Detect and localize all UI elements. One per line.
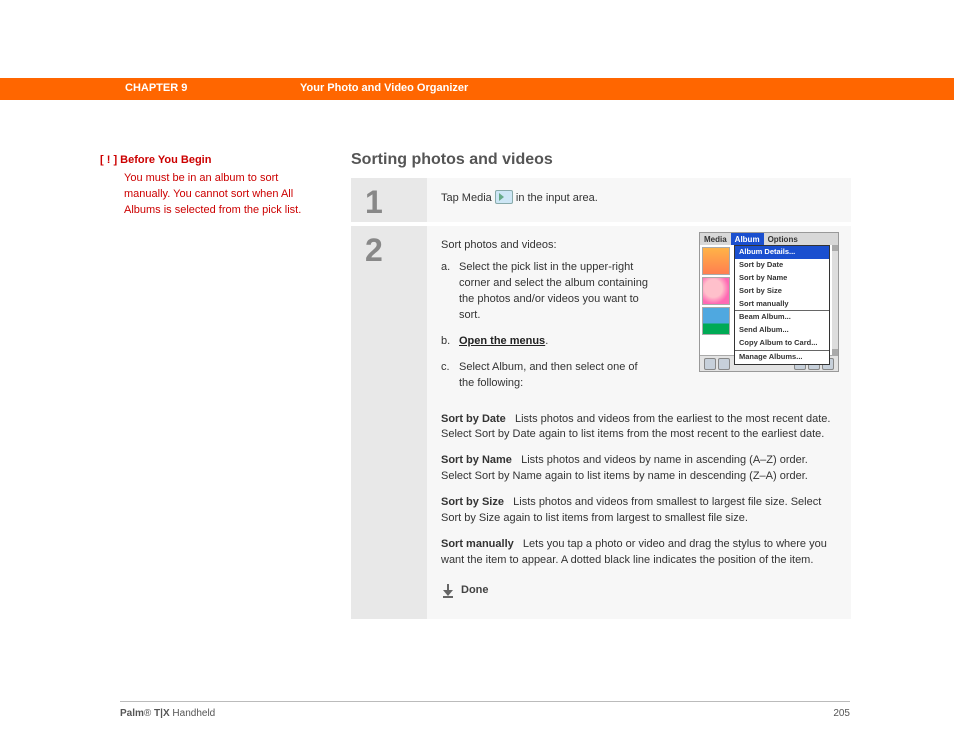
palm-screenshot: Media Album Options Album Details... Sor… bbox=[699, 232, 839, 372]
substep-letter: b. bbox=[441, 334, 459, 350]
step-1-body: Tap Media in the input area. bbox=[427, 178, 851, 222]
palm-scrollbar[interactable] bbox=[832, 245, 838, 355]
header-bar: CHAPTER 9 Your Photo and Video Organizer bbox=[0, 78, 954, 100]
menu-item-send-album[interactable]: Send Album... bbox=[735, 324, 829, 337]
thumb-3[interactable] bbox=[702, 307, 730, 335]
menu-item-sort-manually[interactable]: Sort manually bbox=[735, 298, 829, 311]
substep-c-text: Select Album, and then select one of the… bbox=[459, 360, 651, 392]
substep-b-after: . bbox=[545, 335, 548, 347]
step-number: 1 bbox=[365, 186, 383, 218]
thumb-1[interactable] bbox=[702, 247, 730, 275]
substep-letter: a. bbox=[441, 260, 459, 324]
menu-item-sort-name[interactable]: Sort by Name bbox=[735, 272, 829, 285]
done-label: Done bbox=[461, 583, 489, 599]
palm-menu-media[interactable]: Media bbox=[700, 233, 731, 245]
sort-manually-label: Sort manually bbox=[441, 538, 514, 550]
chapter-label: CHAPTER 9 bbox=[125, 82, 187, 94]
step-number: 2 bbox=[365, 234, 383, 266]
step-number-cell: 2 bbox=[351, 226, 427, 619]
sort-by-name-label: Sort by Name bbox=[441, 454, 512, 466]
list-view-icon[interactable] bbox=[718, 358, 730, 370]
substep-a: a. Select the pick list in the upper-rig… bbox=[441, 260, 651, 324]
page-number: 205 bbox=[833, 708, 850, 719]
sort-by-date-label: Sort by Date bbox=[441, 413, 506, 425]
warning-marker: [ ! ] bbox=[100, 154, 117, 166]
palm-menu-album[interactable]: Album bbox=[731, 233, 764, 245]
menu-item-manage-albums[interactable]: Manage Albums... bbox=[735, 350, 829, 364]
menu-item-sort-size[interactable]: Sort by Size bbox=[735, 285, 829, 298]
footer-rule bbox=[120, 701, 850, 702]
steps-container: 1 Tap Media in the input area. 2 Sort ph… bbox=[351, 178, 851, 623]
substep-b-text: Open the menus. bbox=[459, 334, 651, 350]
substep-c: c. Select Album, and then select one of … bbox=[441, 360, 651, 392]
step-2: 2 Sort photos and videos: a. Select the … bbox=[351, 226, 851, 619]
step-1-text-pre: Tap Media bbox=[441, 192, 495, 204]
palm-thumbnails bbox=[702, 247, 732, 337]
before-you-begin-note: [ ! ] Before You Begin You must be in an… bbox=[100, 153, 315, 219]
palm-menu-options[interactable]: Options bbox=[764, 233, 802, 245]
before-you-begin-title: Before You Begin bbox=[120, 154, 211, 166]
sort-manually-desc: Sort manually Lets you tap a photo or vi… bbox=[441, 537, 837, 569]
footer-product: Palm® T|X Handheld bbox=[120, 708, 215, 719]
menu-item-beam-album[interactable]: Beam Album... bbox=[735, 310, 829, 324]
palm-menubar: Media Album Options bbox=[700, 233, 838, 245]
sort-by-date-desc: Sort by Date Lists photos and videos fro… bbox=[441, 412, 837, 444]
done-arrow-icon bbox=[441, 584, 455, 598]
menu-item-copy-album[interactable]: Copy Album to Card... bbox=[735, 337, 829, 350]
chapter-title: Your Photo and Video Organizer bbox=[300, 82, 468, 94]
media-icon bbox=[495, 190, 513, 204]
open-menus-link[interactable]: Open the menus bbox=[459, 335, 545, 347]
footer-model: T|X bbox=[151, 708, 169, 719]
palm-album-menu: Album Details... Sort by Date Sort by Na… bbox=[734, 245, 830, 365]
sort-by-size-desc: Sort by Size Lists photos and videos fro… bbox=[441, 495, 837, 527]
step-number-cell: 1 bbox=[351, 178, 427, 222]
palm-view-icons bbox=[704, 358, 730, 370]
grid-view-icon[interactable] bbox=[704, 358, 716, 370]
substep-a-text: Select the pick list in the upper-right … bbox=[459, 260, 651, 324]
menu-item-album-details[interactable]: Album Details... bbox=[735, 246, 829, 259]
done-row: Done bbox=[441, 583, 837, 599]
sort-by-size-label: Sort by Size bbox=[441, 496, 504, 508]
substep-b: b. Open the menus. bbox=[441, 334, 651, 350]
before-you-begin-body: You must be in an album to sort manually… bbox=[124, 171, 315, 219]
step-1-text-post: in the input area. bbox=[513, 192, 598, 204]
footer-suffix: Handheld bbox=[170, 708, 216, 719]
sort-by-name-desc: Sort by Name Lists photos and videos by … bbox=[441, 453, 837, 485]
substeps-list: a. Select the pick list in the upper-rig… bbox=[441, 260, 651, 392]
section-title: Sorting photos and videos bbox=[351, 151, 553, 169]
menu-item-sort-date[interactable]: Sort by Date bbox=[735, 259, 829, 272]
substep-letter: c. bbox=[441, 360, 459, 392]
thumb-2[interactable] bbox=[702, 277, 730, 305]
step-1: 1 Tap Media in the input area. bbox=[351, 178, 851, 222]
footer-brand: Palm bbox=[120, 708, 144, 719]
step-2-body: Sort photos and videos: a. Select the pi… bbox=[427, 226, 851, 619]
